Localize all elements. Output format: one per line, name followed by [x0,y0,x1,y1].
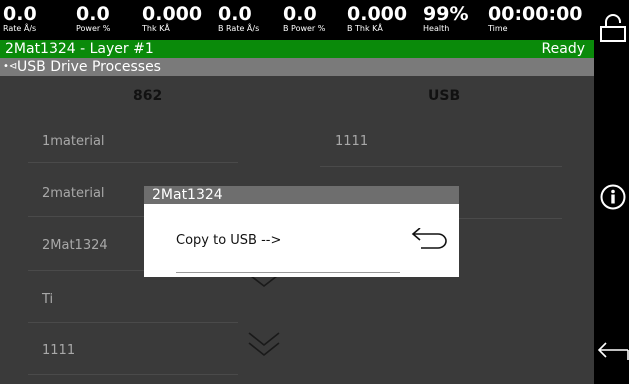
return-arrow-icon[interactable] [410,228,450,250]
divider [28,322,238,323]
usb-icon: •⊲ [3,61,18,72]
status-state: Ready [541,41,585,57]
metric-time: 00:00:00 Time [488,4,583,33]
left-column-header: 862 [133,88,163,104]
metric-rate: 0.0 Rate Å/s [3,4,37,33]
divider [320,166,562,167]
dialog-title: 2Mat1324 [152,187,223,203]
metric-value: 0.000 [347,3,408,25]
metric-label: B Power % [283,24,326,33]
metric-label: Time [488,24,508,33]
metric-health: 99% Health [423,4,468,33]
copy-to-usb-button[interactable]: Copy to USB --> [176,233,281,248]
divider [28,374,238,375]
list-item[interactable]: 2Mat1324 [42,238,108,253]
metric-label: Rate Å/s [3,24,37,33]
metric-power: 0.0 Power % [76,4,110,33]
chevron-down-icon[interactable] [247,331,281,359]
list-item[interactable]: 2material [42,186,105,201]
metric-thickness: 0.000 Thk KÅ [142,4,202,33]
app-screen: 0.0 Rate Å/s 0.0 Power % 0.000 Thk KÅ 0.… [0,0,629,384]
back-arrow-icon[interactable] [597,339,629,361]
metric-label: Health [423,24,450,33]
metric-b-thickness: 0.000 B Thk KÅ [347,4,407,33]
status-bar: 2Mat1324 - Layer #1 Ready [0,40,594,58]
metric-value: 0.0 [283,3,317,25]
copy-dialog: 2Mat1324 Copy to USB --> [144,186,459,277]
metric-value: 00:00:00 [488,3,583,25]
metric-value: 0.0 [76,3,110,25]
list-item[interactable]: 1material [42,134,105,149]
dialog-titlebar: 2Mat1324 [144,186,459,204]
list-item[interactable]: Ti [42,292,53,307]
list-item[interactable]: 1111 [335,134,368,149]
metrics-bar: 0.0 Rate Å/s 0.0 Power % 0.000 Thk KÅ 0.… [0,0,594,40]
metric-value: 0.0 [3,3,37,25]
info-icon[interactable] [600,184,626,210]
metric-value: 99% [423,3,469,25]
divider [176,272,400,273]
metric-b-power: 0.0 B Power % [283,4,325,33]
metric-label: B Rate Å/s [218,24,260,33]
right-column-header: USB [428,88,461,104]
divider [28,162,238,163]
metric-label: Thk KÅ [142,24,170,33]
metric-value: 0.0 [218,3,252,25]
metric-label: B Thk KÅ [347,24,383,33]
metric-b-rate: 0.0 B Rate Å/s [218,4,259,33]
lock-icon[interactable] [600,14,626,42]
metric-label: Power % [76,24,111,33]
breadcrumb: •⊲ USB Drive Processes [0,58,594,76]
list-item[interactable]: 1111 [42,343,75,358]
breadcrumb-label: USB Drive Processes [17,59,161,75]
metric-value: 0.000 [142,3,203,25]
process-layer-title: 2Mat1324 - Layer #1 [5,41,154,57]
